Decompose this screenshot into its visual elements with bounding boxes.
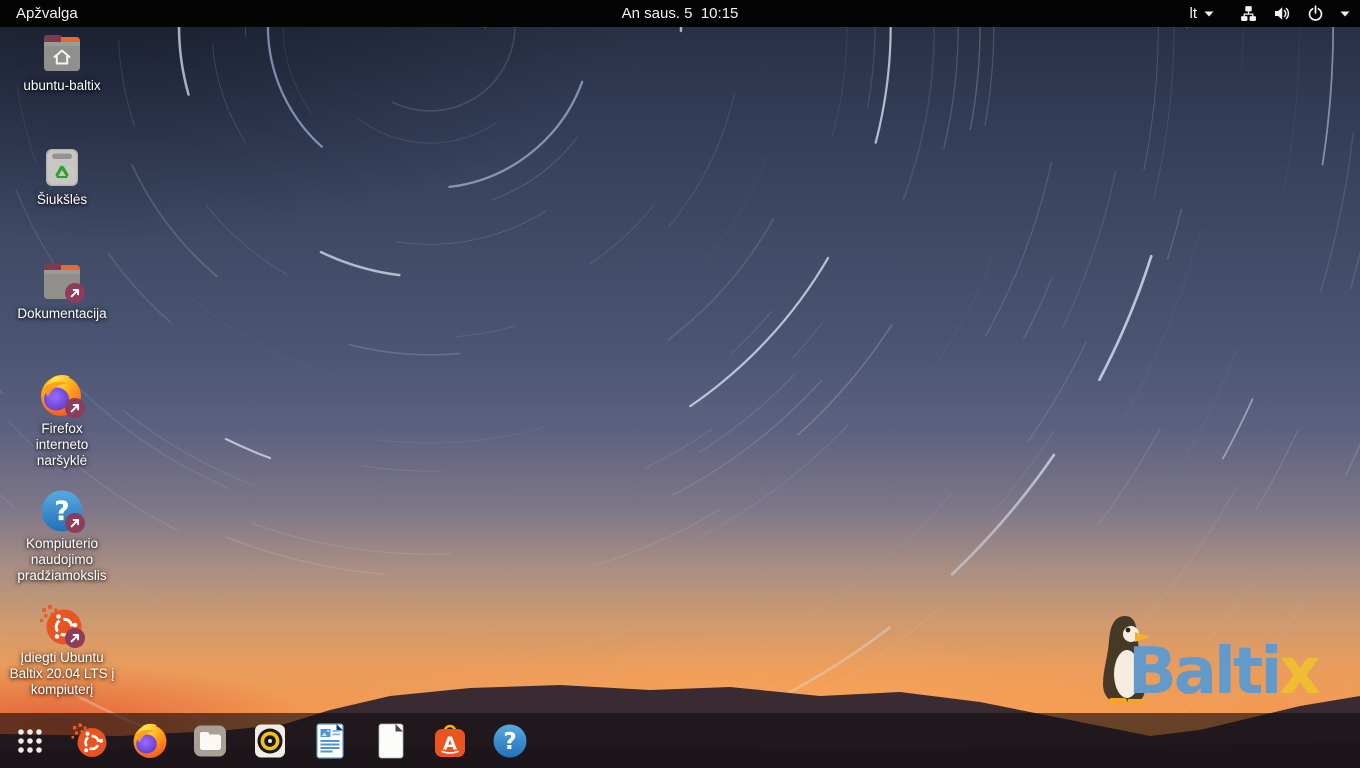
- desktop-icon-label: ubuntu-baltix: [23, 78, 100, 94]
- chevron-down-icon: [1204, 11, 1214, 17]
- dock-show-applications[interactable]: [0, 713, 60, 768]
- desktop-screen: Baltix Apžvalga An saus. 5 10:15 lt: [0, 0, 1360, 768]
- speaker-icon: [250, 721, 290, 761]
- logo-text-blue: Balti: [1128, 635, 1279, 709]
- top-bar: Apžvalga An saus. 5 10:15 lt: [0, 0, 1360, 27]
- home-folder-icon: [37, 30, 87, 76]
- baltix-logo-text: Baltix: [1128, 640, 1318, 704]
- power-icon: [1307, 5, 1324, 22]
- symlink-badge: [65, 628, 85, 648]
- dock-firefox[interactable]: [120, 713, 180, 768]
- desktop-icon-label: Kompiuterio naudojimo pradžiamokslis: [17, 536, 106, 584]
- question-mark-icon: ?: [490, 721, 530, 761]
- dock-ubuntu-software[interactable]: A: [420, 713, 480, 768]
- network-wired-icon: [1240, 5, 1257, 22]
- dock-help[interactable]: ?: [480, 713, 540, 768]
- software-bag-icon: A: [430, 721, 470, 761]
- svg-text:A: A: [443, 733, 457, 754]
- dock-ubuntu-installer[interactable]: [60, 713, 120, 768]
- logo-text-yellow: x: [1279, 635, 1317, 709]
- symlink-badge: [65, 283, 85, 303]
- dock-libreoffice-writer[interactable]: [300, 713, 360, 768]
- clock-button[interactable]: An saus. 5 10:15: [622, 5, 739, 22]
- desktop-icon-getting-started[interactable]: ? Kompiuterio naudojimo pradžiamokslis: [6, 488, 118, 584]
- app-grid-icon: [10, 721, 50, 761]
- wallpaper: Baltix: [0, 0, 1360, 768]
- ubuntu-installer-symlink-icon: [37, 602, 87, 648]
- desktop-icon-installer[interactable]: Įdiegti Ubuntu Baltix 20.04 LTS į kompiu…: [6, 602, 118, 698]
- dock-libreoffice[interactable]: [360, 713, 420, 768]
- symlink-badge: [65, 513, 85, 533]
- desktop-icon-trash[interactable]: Šiukšlės: [6, 144, 118, 208]
- folder-icon: [190, 721, 230, 761]
- keyboard-layout-label: lt: [1190, 5, 1198, 22]
- system-status-area[interactable]: lt: [1190, 5, 1351, 22]
- ubuntu-circle-of-friends-icon: [70, 721, 110, 761]
- dock: A ?: [0, 713, 1360, 768]
- symlink-badge: [65, 398, 85, 418]
- keyboard-layout-indicator[interactable]: lt: [1190, 5, 1215, 22]
- desktop-icon-documentation[interactable]: Dokumentacija: [6, 258, 118, 322]
- trash-recycle-icon: [37, 144, 87, 190]
- writer-document-icon: [310, 721, 350, 761]
- desktop-icon-home-folder[interactable]: ubuntu-baltix: [6, 30, 118, 94]
- svg-text:?: ?: [503, 729, 516, 755]
- volume-icon: [1273, 5, 1291, 22]
- desktop-icon-firefox[interactable]: Firefox interneto naršyklė: [6, 373, 118, 469]
- firefox-icon: [130, 721, 170, 761]
- dock-rhythmbox[interactable]: [240, 713, 300, 768]
- activities-button[interactable]: Apžvalga: [10, 5, 84, 22]
- blank-document-icon: [370, 721, 410, 761]
- baltix-logo: Baltix: [1100, 600, 1350, 708]
- desktop-icon-label: Šiukšlės: [37, 192, 87, 208]
- chevron-down-icon: [1340, 11, 1350, 17]
- firefox-symlink-icon: [37, 373, 87, 419]
- desktop-icon-label: Firefox interneto naršyklė: [36, 421, 89, 469]
- dock-files[interactable]: [180, 713, 240, 768]
- question-mark-symlink-icon: ?: [37, 488, 87, 534]
- folder-symlink-icon: [37, 258, 87, 304]
- desktop-icon-label: Įdiegti Ubuntu Baltix 20.04 LTS į kompiu…: [10, 650, 115, 698]
- desktop-icon-label: Dokumentacija: [17, 306, 106, 322]
